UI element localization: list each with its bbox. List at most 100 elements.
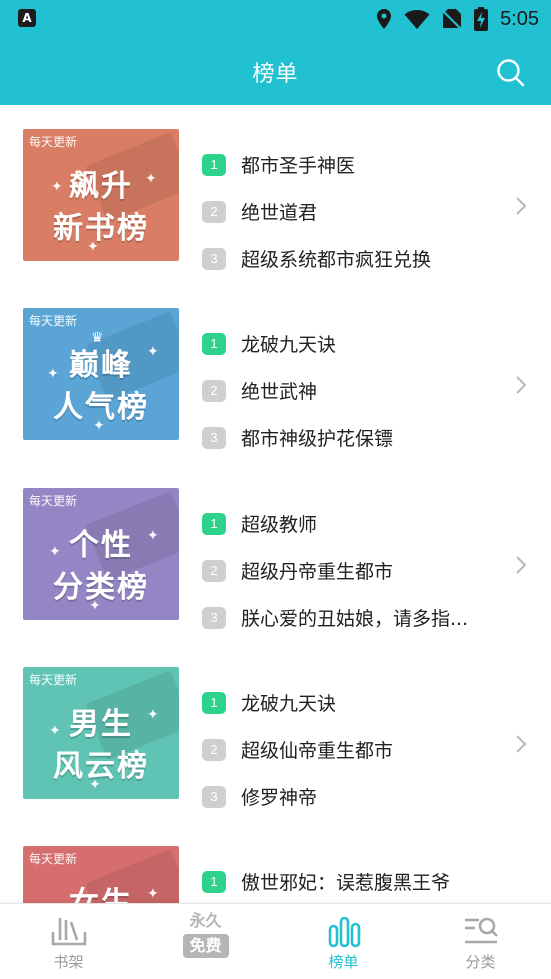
chevron-right-icon[interactable]	[514, 195, 528, 217]
cover-tag: 每天更新	[29, 494, 78, 508]
location-icon	[377, 9, 392, 29]
tab-label: 分类	[465, 953, 496, 971]
tab-free-forever[interactable]: 永久 免费	[137, 904, 274, 979]
list-item[interactable]: 1 都市圣手神医	[202, 141, 502, 188]
book-title: 绝世道君	[241, 202, 318, 224]
list-item[interactable]: 1 超级教师	[202, 500, 502, 547]
sparkle-icon: ✦	[145, 171, 157, 187]
page-title: 榜单	[252, 62, 299, 87]
sparkle-icon: ✦	[147, 344, 159, 360]
ranking-cover[interactable]: 每天更新 男生 风云榜 ✦ ✦ ✦	[23, 667, 179, 799]
list-item[interactable]: 1 龙破九天诀	[202, 679, 502, 726]
list-item[interactable]: 2 绝世道君	[202, 188, 502, 235]
cover-title-line2: 新书榜	[53, 211, 149, 246]
sparkle-icon: ✦	[49, 544, 61, 560]
rank-badge: 2	[202, 379, 226, 402]
sparkle-icon: ✦	[89, 598, 101, 614]
chevron-right-icon[interactable]	[514, 733, 528, 755]
ranking-icon	[328, 916, 360, 948]
bookshelf-icon	[51, 918, 86, 946]
cover-tag: 每天更新	[29, 135, 78, 149]
rank-badge: 1	[202, 870, 226, 893]
list-item[interactable]: 3 修罗神帝	[202, 773, 502, 820]
list-item[interactable]: 1 龙破九天诀	[202, 320, 502, 367]
bottom-navigation: 书架 永久 免费 榜单 分类	[0, 903, 551, 979]
book-title: 超级仙帝重生都市	[241, 740, 394, 762]
rank-badge: 1	[202, 332, 226, 355]
sparkle-icon: ✦	[87, 239, 99, 255]
list-item[interactable]: 3 都市神级护花保镖	[202, 414, 502, 461]
search-icon[interactable]	[495, 57, 525, 87]
ranking-items: 1 超级教师 2 超级丹帝重生都市 3 朕心爱的丑姑娘，请多指...	[202, 500, 502, 641]
tab-label: 榜单	[328, 953, 359, 971]
sparkle-icon: ✦	[93, 418, 105, 434]
list-item[interactable]: 3 朕心爱的丑姑娘，请多指...	[202, 594, 502, 641]
ranking-card-personal-category[interactable]: 每天更新 个性 分类榜 ✦ ✦ ✦ 1 超级教师 2 超级丹帝重生都市 3 朕心…	[0, 488, 551, 648]
free-forever-icon: 永久 免费	[182, 912, 229, 968]
sparkle-icon: ✦	[89, 777, 101, 793]
tab-bookshelf[interactable]: 书架	[0, 904, 137, 979]
cover-tag: 每天更新	[29, 852, 78, 866]
ranking-cover[interactable]: 每天更新 个性 分类榜 ✦ ✦ ✦	[23, 488, 179, 620]
rank-badge: 3	[202, 606, 226, 629]
ranking-items: 1 龙破九天诀 2 绝世武神 3 都市神级护花保镖	[202, 320, 502, 461]
rank-badge: 2	[202, 738, 226, 761]
book-title: 都市神级护花保镖	[241, 428, 394, 450]
rank-badge: 2	[202, 559, 226, 582]
ranking-items: 1 傲世邪妃：误惹腹黑王爷	[202, 858, 502, 905]
rank-badge: 1	[202, 153, 226, 176]
book-title: 傲世邪妃：误惹腹黑王爷	[241, 872, 451, 894]
ranking-cover[interactable]: 每天更新 飙升 新书榜 ✦ ✦ ✦	[23, 129, 179, 261]
book-title: 绝世武神	[241, 381, 318, 403]
status-time: 5:05	[500, 7, 539, 30]
status-icons: 5:05	[376, 6, 539, 32]
ranking-card-peak-popularity[interactable]: 每天更新 ♛ 巅峰 人气榜 ✦ ✦ ✦ 1 龙破九天诀 2 绝世武神 3 都市神…	[0, 308, 551, 468]
book-title: 龙破九天诀	[241, 693, 337, 715]
sparkle-icon: ✦	[51, 179, 63, 195]
tab-label: 书架	[53, 953, 84, 971]
book-title: 超级丹帝重生都市	[241, 561, 394, 583]
tab-ranking[interactable]: 榜单	[275, 904, 412, 979]
ranking-card-male-trending[interactable]: 每天更新 男生 风云榜 ✦ ✦ ✦ 1 龙破九天诀 2 超级仙帝重生都市 3 修…	[0, 667, 551, 827]
no-sim-icon	[442, 9, 462, 30]
list-item[interactable]: 2 绝世武神	[202, 367, 502, 414]
list-item[interactable]: 3 超级系统都市疯狂兑换	[202, 235, 502, 282]
wifi-icon	[404, 10, 430, 29]
rank-badge: 1	[202, 512, 226, 535]
book-title: 龙破九天诀	[241, 334, 337, 356]
rank-badge: 3	[202, 247, 226, 270]
book-title: 修罗神帝	[241, 787, 318, 809]
tab-category[interactable]: 分类	[412, 904, 549, 979]
list-item[interactable]: 2 超级丹帝重生都市	[202, 547, 502, 594]
rank-badge: 3	[202, 785, 226, 808]
list-item[interactable]: 1 傲世邪妃：误惹腹黑王爷	[202, 858, 502, 905]
category-icon	[464, 917, 498, 944]
cover-title-line2: 分类榜	[53, 570, 149, 605]
rank-badge: 1	[202, 691, 226, 714]
sparkle-icon: ✦	[49, 723, 61, 739]
chevron-right-icon[interactable]	[514, 374, 528, 396]
book-title: 朕心爱的丑姑娘，请多指...	[241, 608, 469, 630]
book-title: 超级系统都市疯狂兑换	[241, 249, 432, 271]
cover-title-line2: 风云榜	[53, 749, 149, 784]
list-item[interactable]: 2 超级仙帝重生都市	[202, 726, 502, 773]
rank-badge: 3	[202, 426, 226, 449]
chevron-right-icon[interactable]	[514, 554, 528, 576]
ranking-items: 1 都市圣手神医 2 绝世道君 3 超级系统都市疯狂兑换	[202, 141, 502, 282]
ranking-cover[interactable]: 每天更新 ♛ 巅峰 人气榜 ✦ ✦ ✦	[23, 308, 179, 440]
app-notification-icon: A	[18, 9, 36, 27]
ranking-card-soaring-new-books[interactable]: 每天更新 飙升 新书榜 ✦ ✦ ✦ 1 都市圣手神医 2 绝世道君 3 超级系统…	[0, 129, 551, 289]
status-bar: A 5:05	[0, 0, 551, 38]
cover-tag: 每天更新	[29, 673, 78, 687]
sparkle-icon: ✦	[147, 528, 159, 544]
book-title: 都市圣手神医	[241, 155, 356, 177]
sparkle-icon: ✦	[147, 707, 159, 723]
cover-tag: 每天更新	[29, 314, 78, 328]
battery-charging-icon	[474, 7, 489, 31]
top-bar: A 5:05 榜单	[0, 0, 551, 105]
sparkle-icon: ✦	[47, 366, 59, 382]
book-title: 超级教师	[241, 514, 318, 536]
sparkle-icon: ✦	[147, 886, 159, 902]
ranking-items: 1 龙破九天诀 2 超级仙帝重生都市 3 修罗神帝	[202, 679, 502, 820]
rank-badge: 2	[202, 200, 226, 223]
